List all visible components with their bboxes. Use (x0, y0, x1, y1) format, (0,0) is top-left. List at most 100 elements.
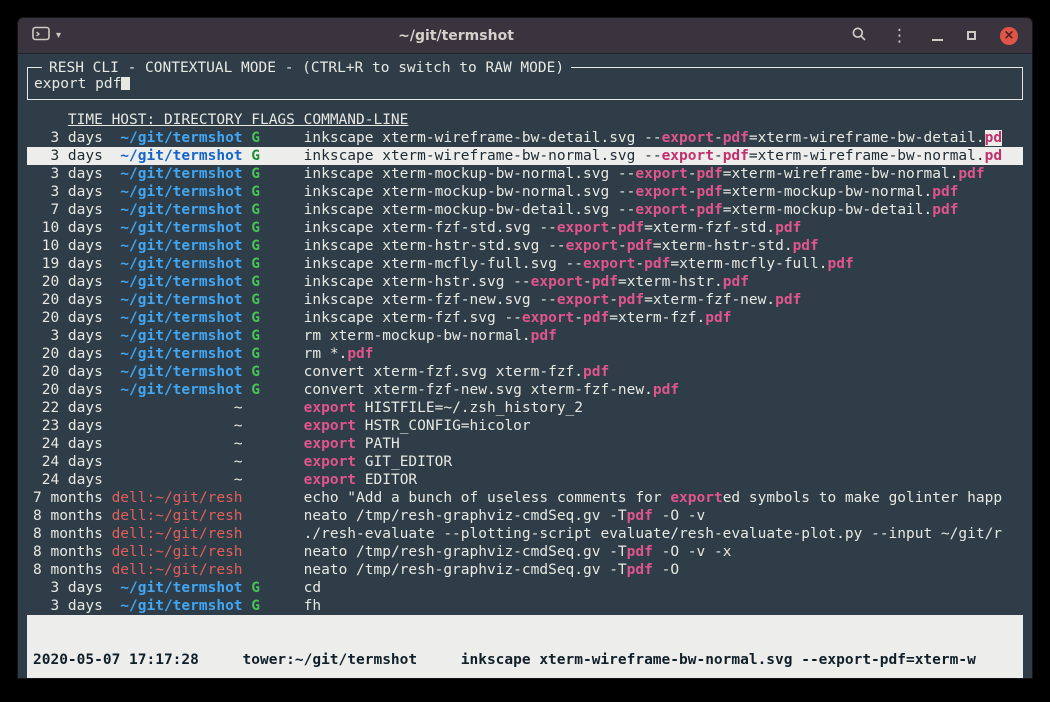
row-host: ~/git/termshot (112, 580, 243, 596)
header-padding (33, 112, 68, 128)
history-row[interactable]: 20 days ~/git/termshot G inkscape xterm-… (33, 291, 1017, 309)
row-flags (251, 436, 295, 452)
row-host: ~ (112, 436, 243, 452)
command-segment: pdf (932, 202, 958, 218)
command-segment: convert xterm-fzf-new.svg xterm-fzf-new. (304, 382, 653, 398)
command-segment: pdf (723, 148, 749, 164)
row-flags: G (251, 274, 295, 290)
minimize-icon[interactable] (932, 30, 943, 41)
detail-line-1: 2020-05-07 17:17:28 tower:~/git/termshot… (33, 651, 1017, 669)
row-command: fh (304, 598, 321, 614)
command-segment: export (635, 184, 687, 200)
command-segment: export (566, 238, 618, 254)
command-segment: pdf (347, 346, 373, 362)
history-row[interactable]: 3 days ~/git/termshot G fh (33, 597, 1017, 615)
history-row[interactable]: 20 days ~/git/termshot G convert xterm-f… (33, 381, 1017, 399)
history-row[interactable]: 3 days ~/git/termshot G inkscape xterm-m… (33, 165, 1017, 183)
history-row[interactable]: 8 months dell:~/git/resh ./resh-evaluate… (33, 525, 1017, 543)
history-row[interactable]: 7 days ~/git/termshot G inkscape xterm-m… (33, 201, 1017, 219)
command-segment: HSTR_CONFIG=hicolor (356, 418, 531, 434)
row-time: 22 days (33, 400, 103, 416)
search-input[interactable]: export pdf (34, 75, 1016, 93)
history-row[interactable]: 3 days ~/git/termshot G inkscape xterm-w… (33, 129, 1017, 147)
history-row[interactable]: 20 days ~/git/termshot G rm *.pdf (33, 345, 1017, 363)
command-segment: EDITOR (356, 472, 417, 488)
row-command: export PATH (304, 436, 400, 452)
history-row[interactable]: 24 days ~ export GIT_EDITOR (33, 453, 1017, 471)
history-row[interactable]: 10 days ~/git/termshot G inkscape xterm-… (33, 219, 1017, 237)
history-row[interactable]: 3 days ~/git/termshot G cd (33, 579, 1017, 597)
row-host: ~/git/termshot (112, 184, 243, 200)
command-segment: pdf (531, 328, 557, 344)
row-flags (251, 526, 295, 542)
terminal-window: ▾ ~/git/termshot ⋮ × RESH CLI - CONTEXTU… (18, 18, 1032, 678)
command-segment: - (574, 310, 583, 326)
search-icon[interactable] (851, 26, 867, 46)
command-segment: pdf (932, 184, 958, 200)
command-segment: pdf (618, 292, 644, 308)
history-row[interactable]: 20 days ~/git/termshot G inkscape xterm-… (33, 309, 1017, 327)
row-host: ~/git/termshot (112, 238, 243, 254)
row-flags: G (251, 598, 295, 614)
row-command: neato /tmp/resh-graphviz-cmdSeq.gv -Tpdf… (304, 544, 732, 560)
command-segment: GIT_EDITOR (356, 454, 452, 470)
command-segment: =xterm-fzf-std. (644, 220, 775, 236)
command-segment: pd (985, 148, 1002, 164)
history-row[interactable]: 20 days ~/git/termshot G convert xterm-f… (33, 363, 1017, 381)
history-row[interactable]: 24 days ~ export EDITOR (33, 471, 1017, 489)
row-command: convert xterm-fzf-new.svg xterm-fzf-new.… (304, 382, 679, 398)
restore-icon[interactable] (967, 31, 976, 40)
history-row[interactable]: 24 days ~ export PATH (33, 435, 1017, 453)
row-host: dell:~/git/resh (112, 544, 243, 560)
history-row[interactable]: 3 days ~/git/termshot G inkscape xterm-m… (33, 183, 1017, 201)
row-host: ~/git/termshot (112, 220, 243, 236)
command-segment: export (304, 472, 356, 488)
command-segment: pdf (705, 310, 731, 326)
row-host: ~ (112, 454, 243, 470)
command-segment: cd (304, 580, 321, 596)
command-segment: =xterm-wireframe-bw-normal. (749, 148, 985, 164)
command-segment: pdf (583, 364, 609, 380)
history-row[interactable]: 20 days ~/git/termshot G inkscape xterm-… (33, 273, 1017, 291)
search-box[interactable]: RESH CLI - CONTEXTUAL MODE - (CTRL+R to … (27, 67, 1023, 100)
text-cursor (121, 75, 130, 90)
row-command: rm *.pdf (304, 346, 374, 362)
command-segment: rm *. (304, 346, 348, 362)
row-flags: G (251, 346, 295, 362)
command-segment: inkscape xterm-hstr-std.svg -- (304, 238, 566, 254)
row-flags: G (251, 166, 295, 182)
profile-dropdown-button[interactable]: ▾ (32, 26, 61, 45)
command-segment: export (635, 166, 687, 182)
row-command: convert xterm-fzf.svg xterm-fzf.pdf (304, 364, 610, 380)
row-command: inkscape xterm-hstr-std.svg --export-pdf… (304, 238, 819, 254)
history-row[interactable]: 3 days ~/git/termshot G rm xterm-mockup-… (33, 327, 1017, 345)
row-time: 3 days (33, 328, 103, 344)
history-row[interactable]: 23 days ~ export HSTR_CONFIG=hicolor (33, 417, 1017, 435)
history-row[interactable]: 22 days ~ export HISTFILE=~/.zsh_history… (33, 399, 1017, 417)
row-flags: G (251, 148, 295, 164)
history-row[interactable]: 8 months dell:~/git/resh neato /tmp/resh… (33, 561, 1017, 579)
header-text: TIME HOST: DIRECTORY FLAGS COMMAND-LINE (68, 112, 408, 128)
command-segment: pdf (723, 274, 749, 290)
menu-kebab-icon[interactable]: ⋮ (891, 28, 908, 44)
terminal-content: RESH CLI - CONTEXTUAL MODE - (CTRL+R to … (18, 54, 1032, 678)
row-time: 3 days (33, 148, 103, 164)
history-row[interactable]: 7 months dell:~/git/resh echo "Add a bun… (33, 489, 1017, 507)
history-row[interactable]: 19 days ~/git/termshot G inkscape xterm-… (33, 255, 1017, 273)
row-flags (251, 544, 295, 560)
command-segment: export (662, 130, 714, 146)
row-time: 3 days (33, 184, 103, 200)
row-time: 23 days (33, 418, 103, 434)
row-flags: G (251, 184, 295, 200)
close-button[interactable]: × (1000, 27, 1018, 45)
history-row[interactable]: 8 months dell:~/git/resh neato /tmp/resh… (33, 507, 1017, 525)
row-host: ~/git/termshot (112, 166, 243, 182)
history-row[interactable]: 10 days ~/git/termshot G inkscape xterm-… (33, 237, 1017, 255)
command-segment: inkscape xterm-wireframe-bw-normal.svg -… (304, 148, 662, 164)
command-segment: pdf (583, 310, 609, 326)
row-flags: G (251, 256, 295, 272)
history-row[interactable]: 8 months dell:~/git/resh neato /tmp/resh… (33, 543, 1017, 561)
history-row-selected[interactable]: 3 days ~/git/termshot G inkscape xterm-w… (27, 147, 1023, 165)
row-flags: G (251, 130, 295, 146)
row-host: ~ (112, 400, 243, 416)
